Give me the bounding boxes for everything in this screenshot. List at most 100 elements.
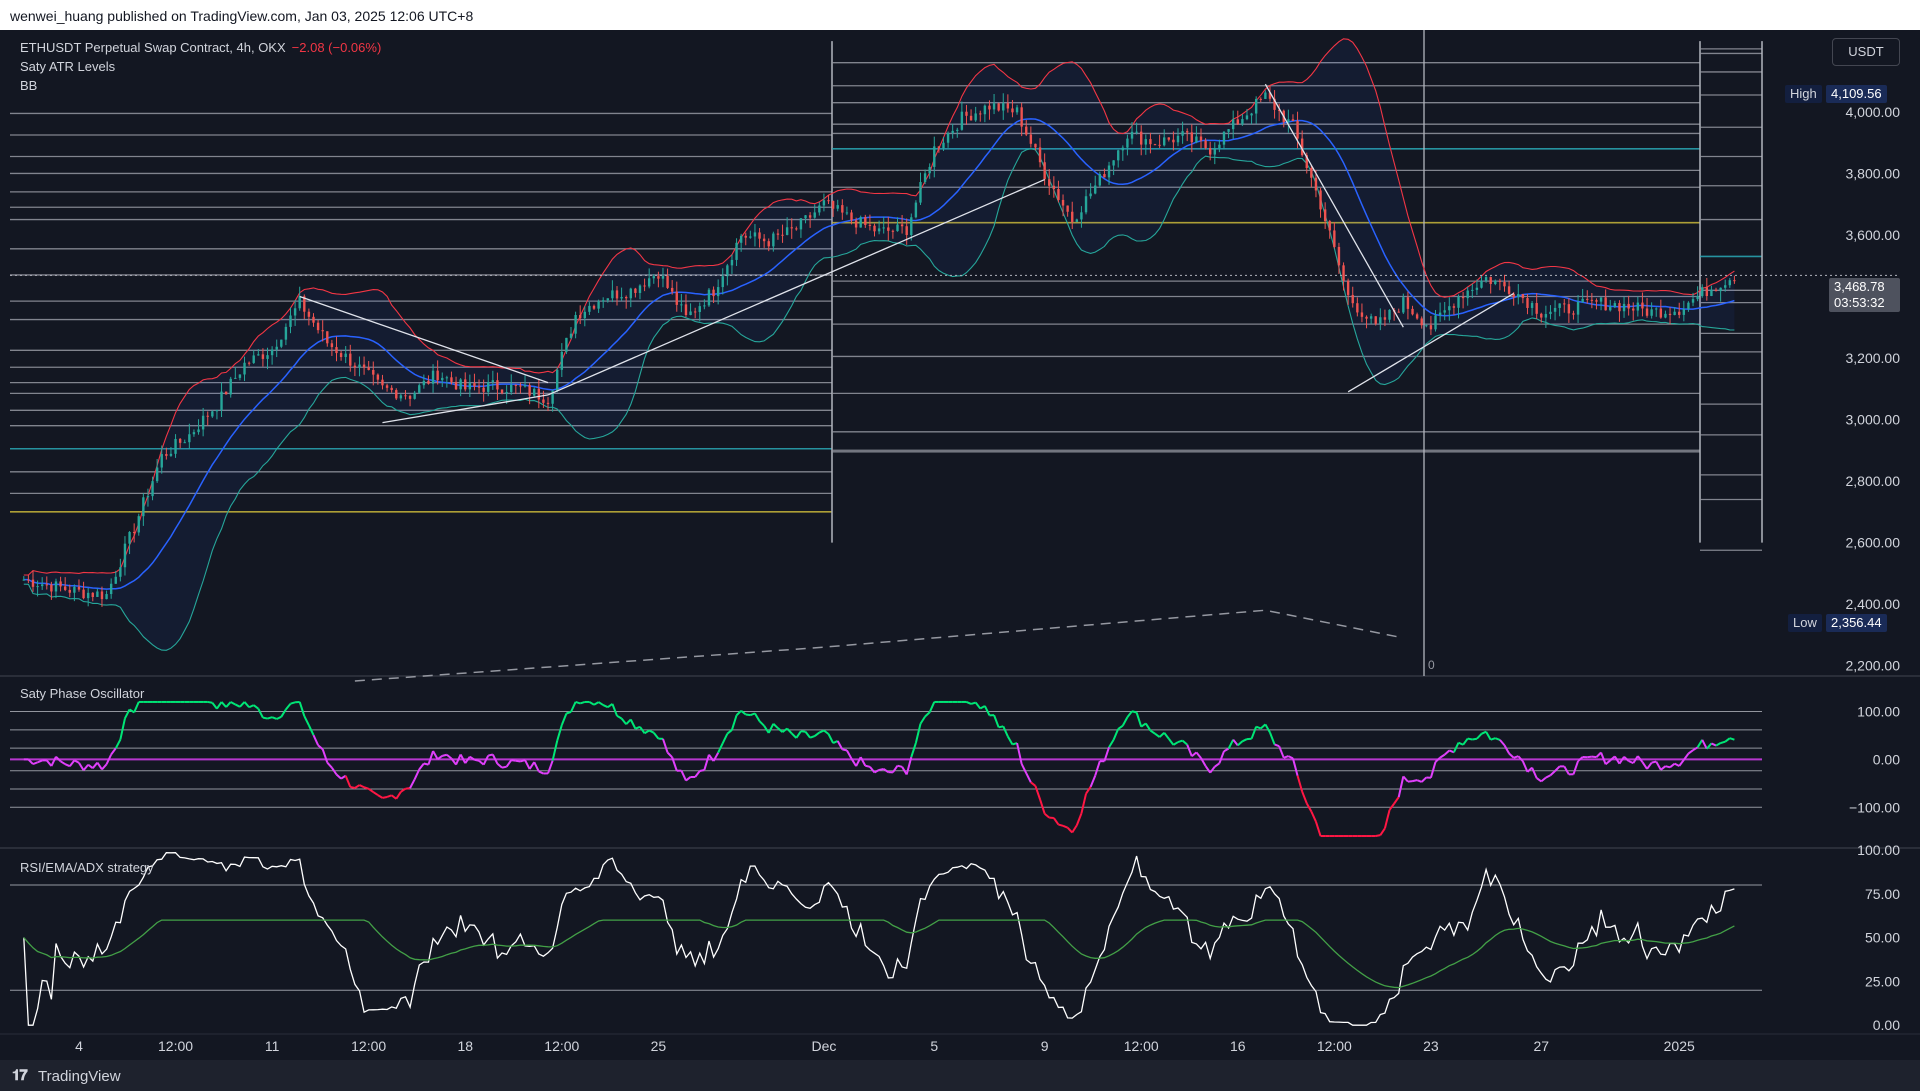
candle-body bbox=[436, 370, 439, 381]
candle-body bbox=[1655, 308, 1658, 310]
phase-oscillator-segment bbox=[1678, 759, 1685, 767]
phase-oscillator-segment bbox=[1177, 739, 1183, 744]
phase-oscillator-segment bbox=[501, 765, 507, 769]
candle-body bbox=[367, 367, 370, 370]
candle-body bbox=[54, 581, 58, 592]
phase-oscillator-title[interactable]: Saty Phase Oscillator bbox=[20, 686, 144, 701]
candle-body bbox=[560, 351, 564, 370]
chart-area[interactable]: 2,200.00 2,400.00 2,600.00 2,800.00 3,000.00… bbox=[0, 30, 1920, 1060]
candle-body bbox=[73, 586, 76, 593]
candle-body bbox=[1020, 107, 1023, 127]
candle-body bbox=[1250, 113, 1253, 116]
phase-oscillator-segment bbox=[1126, 710, 1133, 718]
phase-oscillator-segment bbox=[629, 719, 637, 730]
indicator-atr-levels[interactable]: Saty ATR Levels bbox=[20, 59, 115, 74]
candle-body bbox=[307, 311, 311, 317]
phase-oscillator-segment bbox=[68, 759, 76, 767]
phase-oscillator-segment bbox=[1204, 765, 1212, 774]
phase-tick-label: 100.00 bbox=[1857, 704, 1900, 720]
phase-oscillator-segment bbox=[96, 762, 103, 770]
time-tick-label: 27 bbox=[1533, 1038, 1549, 1054]
phase-oscillator-segment bbox=[133, 701, 140, 713]
phase-oscillator-segment bbox=[910, 742, 917, 758]
phase-oscillator-segment bbox=[32, 761, 38, 766]
candle-body bbox=[1029, 134, 1033, 144]
phase-oscillator-segment bbox=[474, 758, 480, 762]
candle-body bbox=[818, 205, 821, 213]
candle-body bbox=[542, 399, 545, 403]
candle-body bbox=[744, 235, 747, 238]
phase-oscillator-segment bbox=[1020, 763, 1028, 774]
candle-body bbox=[146, 496, 150, 498]
candle-body bbox=[1342, 265, 1345, 281]
candle-body bbox=[1457, 296, 1460, 308]
time-tick-label: 2025 bbox=[1664, 1038, 1695, 1054]
candle-body bbox=[689, 311, 692, 316]
phase-oscillator-segment bbox=[983, 705, 991, 716]
phase-oscillator-segment bbox=[721, 733, 729, 744]
phase-oscillator-segment bbox=[685, 776, 692, 782]
candle-body bbox=[1383, 317, 1387, 320]
phase-oscillator-segment bbox=[1467, 737, 1473, 741]
low-label: Low bbox=[1793, 615, 1817, 630]
candle-body bbox=[1011, 108, 1014, 113]
phase-oscillator-segment bbox=[547, 760, 554, 774]
time-tick-label: 5 bbox=[930, 1038, 938, 1054]
candle-body bbox=[174, 438, 177, 454]
candle-body bbox=[381, 379, 384, 386]
high-label: High bbox=[1790, 86, 1817, 101]
phase-oscillator-segment bbox=[1416, 779, 1423, 783]
footer-brand[interactable]: TradingView bbox=[38, 1068, 121, 1085]
candle-body bbox=[804, 215, 807, 219]
candle-body bbox=[680, 304, 683, 306]
phase-oscillator-segment bbox=[1412, 779, 1418, 783]
candle-body bbox=[675, 291, 678, 305]
phase-oscillator-segment bbox=[1039, 799, 1046, 815]
candle-body bbox=[1609, 306, 1612, 311]
candle-body bbox=[808, 215, 812, 218]
candle-body bbox=[1379, 317, 1382, 324]
candle-body bbox=[781, 234, 784, 236]
rsi-strategy-title[interactable]: RSI/EMA/ADX strategy bbox=[20, 860, 154, 875]
phase-oscillator-segment bbox=[262, 716, 268, 720]
phase-oscillator-segment bbox=[1168, 738, 1175, 746]
phase-oscillator-segment bbox=[883, 768, 889, 773]
phase-oscillator-segment bbox=[1720, 740, 1726, 745]
candle-body bbox=[1369, 316, 1373, 319]
phase-oscillator-segment bbox=[234, 703, 241, 708]
candle-body bbox=[919, 182, 922, 203]
candle-body bbox=[937, 146, 941, 149]
chart-canvas[interactable]: 2,200.00 2,400.00 2,600.00 2,800.00 3,000.00… bbox=[0, 30, 1920, 1060]
time-tick-label: 12:00 bbox=[1124, 1038, 1159, 1054]
symbol-legend[interactable]: ETHUSDT Perpetual Swap Contract, 4h, OKX… bbox=[20, 40, 381, 55]
candle-body bbox=[459, 379, 462, 390]
tradingview-logo-icon[interactable]: 𝟏𝟕 bbox=[12, 1067, 28, 1084]
candle-body bbox=[284, 326, 288, 340]
indicator-bb[interactable]: BB bbox=[20, 78, 37, 93]
candle-body bbox=[1558, 303, 1561, 308]
candle-body bbox=[661, 276, 665, 279]
phase-oscillator-segment bbox=[114, 739, 122, 749]
candle-body bbox=[1052, 185, 1056, 190]
candle-body bbox=[850, 212, 853, 221]
phase-oscillator-segment bbox=[1209, 766, 1216, 774]
candle-body bbox=[1144, 139, 1148, 145]
candle-body bbox=[1245, 115, 1249, 120]
candle-body bbox=[1636, 302, 1640, 311]
phase-oscillator-segment bbox=[1149, 729, 1156, 735]
candle-body bbox=[344, 353, 347, 358]
candle-body bbox=[128, 531, 131, 544]
phase-oscillator-segment bbox=[1315, 821, 1322, 837]
rsi-tick-label: 0.00 bbox=[1873, 1017, 1900, 1033]
candle-body bbox=[96, 591, 99, 597]
phase-oscillator-segment bbox=[1071, 824, 1078, 834]
candle-body bbox=[1107, 165, 1111, 178]
candle-body bbox=[514, 384, 518, 386]
candle-body bbox=[519, 385, 522, 387]
phase-oscillator-segment bbox=[781, 727, 788, 733]
candle-body bbox=[1434, 315, 1437, 330]
currency-button[interactable]: USDT bbox=[1832, 38, 1900, 66]
phase-oscillator-segment bbox=[317, 744, 324, 750]
candle-body bbox=[822, 200, 826, 206]
candle-body bbox=[1167, 137, 1171, 140]
